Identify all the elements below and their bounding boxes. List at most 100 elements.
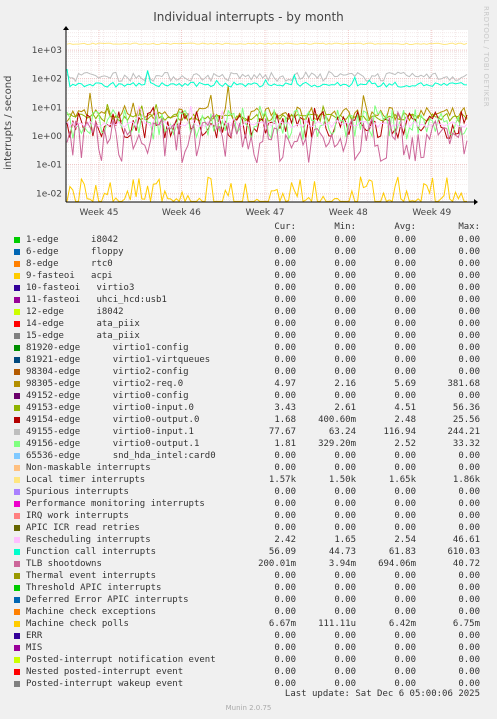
legend-row: 11-fasteoi uhci_hcd:usb1 0.00 0.00 0.00 0.00 (0, 294, 497, 306)
legend-avg-value: 0.00 (394, 283, 416, 293)
legend-row: Threshold APIC interrupts 0.00 0.00 0.00 0.0… (0, 582, 497, 594)
legend-swatch (14, 333, 20, 339)
legend-label: Function call interrupts (26, 547, 157, 557)
legend-avg-value: 116.94 (383, 427, 416, 437)
legend-label: 65536-edge snd_hda_intel:card0 (26, 451, 216, 461)
legend-max-value: 0.00 (458, 343, 480, 353)
legend-label: Non-maskable interrupts (26, 463, 151, 473)
legend-label: Posted-interrupt notification event (26, 655, 216, 665)
legend-avg-value: 0.00 (394, 655, 416, 665)
x-tick-label: Week 47 (245, 208, 284, 218)
legend-max-value: 25.56 (452, 415, 480, 425)
legend-avg-value: 0.00 (394, 499, 416, 509)
legend-max-value: 33.32 (452, 439, 480, 449)
legend-max-value: 1.86k (452, 475, 480, 485)
legend-label: Thermal event interrupts (26, 571, 157, 581)
legend-swatch (14, 597, 20, 603)
legend-avg-value: 61.83 (388, 547, 416, 557)
legend-swatch (14, 273, 20, 279)
legend-row: Function call interrupts 56.09 44.73 61.83 6… (0, 546, 497, 558)
legend-avg-value: 4.51 (394, 403, 416, 413)
legend-avg-value: 0.00 (394, 451, 416, 461)
legend-swatch (14, 585, 20, 591)
legend-swatch (14, 321, 20, 327)
legend-label: 14-edge ata_piix (26, 319, 140, 329)
legend-row: 98304-edge virtio2-config 0.00 0.00 0.00 0.0… (0, 366, 497, 378)
legend-swatch (14, 261, 20, 267)
legend-swatch (14, 669, 20, 675)
legend-max-value: 0.00 (458, 487, 480, 497)
legend-label: 9-fasteoi acpi (26, 271, 113, 281)
legend-row: 81920-edge virtio1-config 0.00 0.00 0.00 0.0… (0, 342, 497, 354)
legend-row: IRQ work interrupts 0.00 0.00 0.00 0.00 (0, 510, 497, 522)
legend-swatch (14, 561, 20, 567)
legend-row: Posted-interrupt notification event 0.00 0… (0, 654, 497, 666)
legend-label: 49156-edge virtio0-output.1 (26, 439, 200, 449)
legend-row: Spurious interrupts 0.00 0.00 0.00 0.00 (0, 486, 497, 498)
legend-max-value: 56.36 (452, 403, 480, 413)
munin-version: Munin 2.0.75 (225, 704, 272, 712)
legend-max-value: 0.00 (458, 595, 480, 605)
legend-max-value: 0.00 (458, 271, 480, 281)
legend-avg-value: 0.00 (394, 307, 416, 317)
legend-label: ERR (26, 631, 43, 641)
legend-max-value: 0.00 (458, 283, 480, 293)
y-axis-arrow (63, 26, 69, 30)
legend-max-value: 0.00 (458, 523, 480, 533)
legend-rows: 1-edge i8042 0.00 0.00 0.00 0.00 6-edge flopp… (0, 234, 497, 690)
legend-max-value: 0.00 (458, 463, 480, 473)
legend-label: 8-edge rtc0 (26, 259, 113, 269)
legend-swatch (14, 681, 20, 687)
legend-row: 9-fasteoi acpi 0.00 0.00 0.00 0.00 (0, 270, 497, 282)
legend-avg-value: 0.00 (394, 583, 416, 593)
legend-swatch (14, 405, 20, 411)
legend-row: 98305-edge virtio2-req.0 4.97 2.16 5.69 381.… (0, 378, 497, 390)
legend-header: Cur: Min: Avg: Max: (0, 222, 497, 234)
legend-row: Machine check exceptions 0.00 0.00 0.00 0.00 (0, 606, 497, 618)
legend-max-value: 0.00 (458, 607, 480, 617)
legend-avg-value: 0.00 (394, 667, 416, 677)
legend-max-value: 0.00 (458, 667, 480, 677)
legend: Cur: Min: Avg: Max: 1-edge i8042 0.00 0.00… (0, 222, 497, 690)
legend-label: 49153-edge virtio0-input.0 (26, 403, 194, 413)
legend-max-value: 244.21 (447, 427, 480, 437)
legend-row: 81921-edge virtio1-virtqueues 0.00 0.00 0.0… (0, 354, 497, 366)
x-tick-label: Week 46 (162, 208, 201, 218)
legend-row: 12-edge i8042 0.00 0.00 0.00 0.00 (0, 306, 497, 318)
legend-row: TLB shootdowns 200.01m 3.94m 694.06m 40.72 (0, 558, 497, 570)
legend-label: 81921-edge virtio1-virtqueues (26, 355, 211, 365)
header-max: Max: (458, 222, 480, 232)
legend-label: 6-edge floppy (26, 247, 124, 257)
legend-swatch (14, 453, 20, 459)
y-tick-label: 1e+00 (32, 132, 63, 142)
legend-label: 1-edge i8042 (26, 235, 119, 245)
y-tick-label: 1e+03 (32, 46, 62, 56)
x-tick-label: Week 48 (329, 208, 368, 218)
legend-row: Local timer interrupts 1.57k 1.50k 1.65k 1.8… (0, 474, 497, 486)
x-tick-label: Week 45 (79, 208, 118, 218)
legend-label: Threshold APIC interrupts (26, 583, 162, 593)
legend-avg-value: 0.00 (394, 319, 416, 329)
legend-row: Performance monitoring interrupts 0.00 0.0… (0, 498, 497, 510)
legend-avg-value: 0.00 (394, 595, 416, 605)
legend-max-value: 0.00 (458, 655, 480, 665)
legend-swatch (14, 501, 20, 507)
legend-swatch (14, 645, 20, 651)
y-tick-labels: 1e-02 1e-01 1e+00 1e+01 1e+02 1e+03 (32, 46, 63, 199)
legend-avg-value: 0.00 (394, 523, 416, 533)
legend-max-value: 0.00 (458, 583, 480, 593)
legend-row: 15-edge ata_piix 0.00 0.00 0.00 0.00 (0, 330, 497, 342)
legend-max-value: 46.61 (452, 535, 480, 545)
y-tick-label: 1e+02 (32, 75, 62, 85)
legend-swatch (14, 609, 20, 615)
legend-row: 65536-edge snd_hda_intel:card0 0.00 0.00 0.… (0, 450, 497, 462)
legend-avg-value: 2.48 (394, 415, 416, 425)
legend-swatch (14, 489, 20, 495)
x-axis-arrow (474, 199, 478, 205)
legend-row: 49154-edge virtio0-output.0 1.68 400.60m 2.… (0, 414, 497, 426)
legend-label: Nested posted-interrupt event (26, 667, 184, 677)
legend-label: 49155-edge virtio0-input.1 (26, 427, 194, 437)
legend-label: 98305-edge virtio2-req.0 (26, 379, 184, 389)
legend-avg-value: 0.00 (394, 571, 416, 581)
header-avg: Avg: (394, 222, 416, 232)
